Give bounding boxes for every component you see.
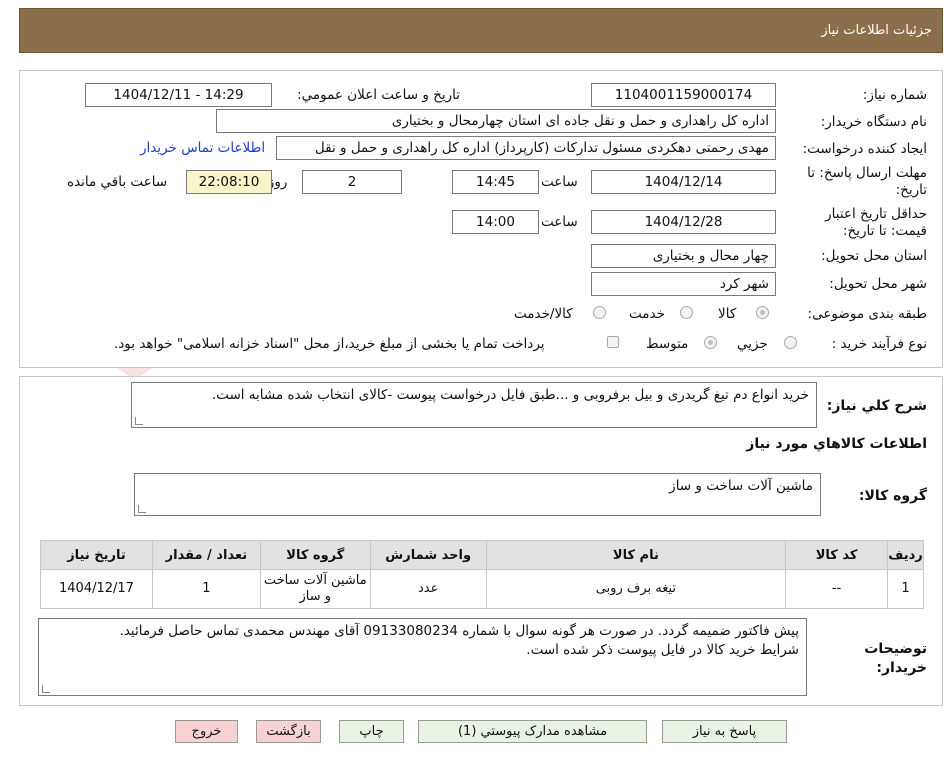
- category-radio-goods[interactable]: [756, 306, 769, 319]
- days-field: 2: [302, 170, 402, 194]
- process-option-medium: متوسط: [646, 336, 689, 352]
- requester-label: ايجاد کننده درخواست:: [802, 141, 927, 157]
- buyer-org-field: اداره کل راهداری و حمل و نقل جاده ای است…: [216, 109, 776, 133]
- remaining-time-field: 22:08:10: [186, 170, 272, 194]
- validity-label: حداقل تاريخ اعتبار قيمت: تا تاريخ:: [825, 206, 927, 239]
- process-radio-medium[interactable]: [704, 336, 717, 349]
- announce-label: تاریخ و ساعت اعلان عمومي:: [297, 87, 460, 103]
- resize-grip-icon[interactable]: [138, 505, 146, 513]
- resize-grip-icon[interactable]: [42, 685, 50, 693]
- col-goods-code: کد کالا: [785, 540, 889, 570]
- exit-button[interactable]: خروج: [175, 720, 238, 743]
- items-section-title: اطلاعات کالاهاي مورد نياز: [746, 436, 927, 452]
- cell-row-number: 1: [887, 569, 924, 609]
- buyer-org-label: نام دستگاه خريدار:: [820, 114, 927, 130]
- deadline-time-field: 14:45: [452, 170, 539, 194]
- category-radio-goods-service[interactable]: [593, 306, 606, 319]
- category-option-service: خدمت: [629, 306, 665, 322]
- buyer-notes-line-2: شرایط خرید کالا در فایل پیوست ذکر شده اس…: [526, 642, 799, 658]
- col-unit: واحد شمارش: [369, 540, 487, 570]
- category-option-goods-service: کالا/خدمت: [514, 306, 573, 322]
- buyer-notes-textarea[interactable]: پیش فاکتور ضمیمه گردد. در صورت هر گونه س…: [38, 618, 807, 696]
- cell-goods-group: ماشین آلات ساخت و ساز: [259, 569, 371, 609]
- page-title: جزئيات اطلاعات نياز: [821, 23, 932, 38]
- requester-field: مهدی رحمتی دهکردی مسئول تدارکات (کارپردا…: [276, 136, 776, 160]
- validity-date-field: 1404/12/28: [591, 210, 776, 234]
- cell-unit: عدد: [369, 569, 487, 609]
- buyer-contact-link[interactable]: اطلاعات تماس خريدار: [140, 140, 265, 156]
- buyer-notes-line-1: پیش فاکتور ضمیمه گردد. در صورت هر گونه س…: [119, 623, 799, 639]
- page-header: جزئيات اطلاعات نياز: [19, 8, 943, 53]
- back-button[interactable]: بازگشت: [256, 720, 321, 743]
- table-row: 1 -- تیغه برف روبی عدد ماشین آلات ساخت و…: [40, 569, 924, 609]
- deadline-label: مهلت ارسال پاسخ: تا تاريخ:: [807, 165, 927, 198]
- table-header-row: رديف کد کالا نام کالا واحد شمارش گروه کا…: [40, 540, 924, 570]
- print-button[interactable]: چاپ: [339, 720, 404, 743]
- province-label: استان محل تحويل:: [821, 248, 927, 264]
- goods-group-label: گروه کالا:: [858, 488, 927, 504]
- cell-quantity: 1: [151, 569, 261, 609]
- col-goods-name: نام کالا: [485, 540, 787, 570]
- col-goods-group: گروه کالا: [259, 540, 371, 570]
- validity-time-label: ساعت: [541, 214, 578, 230]
- city-field: شهر کرد: [591, 272, 776, 296]
- cell-goods-name: تیغه برف روبی: [485, 569, 787, 609]
- process-option-minor: جزيي: [737, 336, 768, 352]
- col-row-number: رديف: [887, 540, 924, 570]
- announce-field: 1404/12/11 - 14:29: [85, 83, 272, 107]
- need-number-field: 1104001159000174: [591, 83, 776, 107]
- category-option-goods: کالا: [718, 306, 737, 322]
- deadline-date-field: 1404/12/14: [591, 170, 776, 194]
- city-label: شهر محل تحويل:: [829, 276, 927, 292]
- cell-goods-code: --: [785, 569, 889, 609]
- buyer-notes-label: توضيحات خريدار:: [864, 641, 927, 676]
- items-table: رديف کد کالا نام کالا واحد شمارش گروه کا…: [40, 540, 924, 609]
- remaining-label: ساعت باقي مانده: [67, 174, 168, 190]
- need-number-label: شماره نیاز:: [862, 87, 927, 103]
- deadline-time-label: ساعت: [541, 174, 578, 190]
- resize-grip-icon[interactable]: [135, 417, 143, 425]
- process-radio-minor[interactable]: [784, 336, 797, 349]
- goods-group-textarea[interactable]: ماشین آلات ساخت و ساز: [134, 473, 821, 516]
- col-quantity: تعداد / مقدار: [151, 540, 261, 570]
- validity-time-field: 14:00: [452, 210, 539, 234]
- view-attachments-button[interactable]: مشاهده مدارک پيوستي (1): [418, 720, 647, 743]
- description-text: خرید انواع دم تیغ گریدری و بیل برفروبی و…: [211, 387, 809, 403]
- category-radio-service[interactable]: [680, 306, 693, 319]
- category-label: طبقه بندی موضوعی:: [807, 306, 927, 322]
- treasury-checkbox[interactable]: [607, 336, 619, 348]
- payment-note: پرداخت تمام یا بخشی از مبلغ خرید،از محل …: [114, 336, 545, 352]
- description-label: شرح کلي نياز:: [826, 398, 927, 414]
- cell-need-date: 1404/12/17: [40, 569, 153, 609]
- process-label: نوع فرآيند خريد :: [831, 336, 927, 352]
- description-textarea[interactable]: خرید انواع دم تیغ گریدری و بیل برفروبی و…: [131, 382, 817, 428]
- goods-group-value: ماشین آلات ساخت و ساز: [669, 478, 813, 494]
- col-need-date: تاريخ نياز: [40, 540, 153, 570]
- reply-button[interactable]: پاسخ به نياز: [662, 720, 787, 743]
- province-field: چهار محال و بختیاری: [591, 244, 776, 268]
